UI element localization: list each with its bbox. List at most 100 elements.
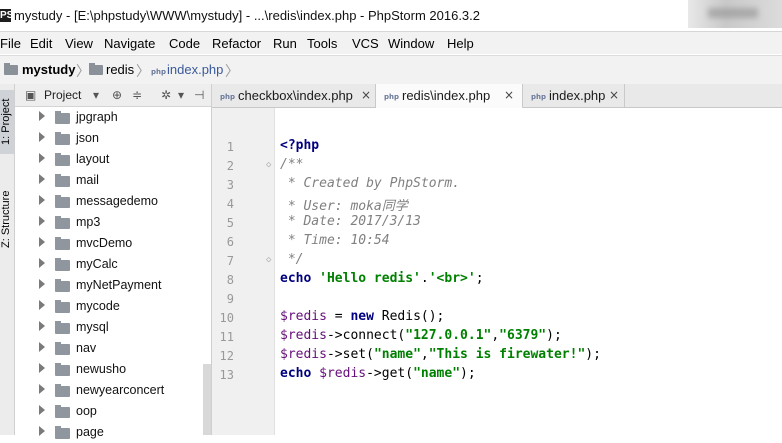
tree-folder-item[interactable]: mvcDemo (15, 233, 205, 254)
tree-folder-item[interactable]: mail (15, 170, 205, 191)
code-token: ->get( (366, 366, 414, 381)
scrollbar[interactable] (203, 364, 211, 435)
tree-folder-label: myNetPayment (76, 278, 162, 292)
folder-icon (55, 174, 70, 187)
folder-icon (55, 426, 70, 439)
menu-help[interactable]: Help (447, 36, 474, 51)
folder-icon (55, 384, 70, 397)
target-icon[interactable]: ⊕ (112, 88, 122, 102)
expand-arrow-icon[interactable] (39, 258, 45, 268)
close-icon[interactable]: × (504, 88, 514, 102)
tree-folder-item[interactable]: newyearconcert (15, 380, 205, 401)
tree-folder-item[interactable]: page (15, 422, 205, 443)
collapse-all-icon[interactable]: ≑ (132, 88, 142, 102)
gear-icon[interactable]: ✲ (161, 88, 171, 102)
expand-arrow-icon[interactable] (39, 363, 45, 373)
expand-arrow-icon[interactable] (39, 237, 45, 247)
folder-icon (55, 111, 70, 124)
tree-folder-label: mycode (76, 299, 120, 313)
tree-folder-item[interactable]: jpgraph (15, 107, 205, 128)
code-token: $redis (280, 328, 327, 343)
menu-window[interactable]: Window (388, 36, 434, 51)
code-token: $redis (319, 366, 367, 381)
tab-label: redis\index.php (402, 88, 491, 103)
code-editor[interactable]: <?php /** * Created by PhpStorm. * User: … (275, 108, 782, 435)
expand-arrow-icon[interactable] (39, 342, 45, 352)
expand-arrow-icon[interactable] (39, 111, 45, 121)
menu-refactor[interactable]: Refactor (212, 36, 261, 51)
tree-folder-item[interactable]: mysql (15, 317, 205, 338)
expand-arrow-icon[interactable] (39, 195, 45, 205)
folder-icon (55, 279, 70, 292)
expand-arrow-icon[interactable] (39, 279, 45, 289)
code-token: Redis(); (381, 309, 445, 324)
tree-folder-label: mp3 (76, 215, 101, 229)
tree-folder-item[interactable]: mycode (15, 296, 205, 317)
folder-icon (55, 321, 70, 334)
line-number: 1 (226, 140, 234, 154)
code-token: = (326, 309, 351, 324)
line-number: 5 (226, 216, 234, 230)
breadcrumb-file[interactable]: index.php (167, 62, 223, 77)
menu-tools[interactable]: Tools (307, 36, 337, 51)
code-token: "name" (413, 366, 461, 381)
menu-navigate[interactable]: Navigate (104, 36, 155, 51)
close-icon[interactable]: × (361, 88, 371, 102)
fold-marker-icon[interactable]: ◇ (266, 160, 273, 170)
folder-icon (89, 63, 103, 75)
expand-arrow-icon[interactable] (39, 300, 45, 310)
expand-arrow-icon[interactable] (39, 132, 45, 142)
code-token: , (491, 328, 500, 343)
tree-folder-item[interactable]: oop (15, 401, 205, 422)
tree-folder-item[interactable]: mp3 (15, 212, 205, 233)
code-token: . (420, 271, 429, 286)
close-icon[interactable]: × (609, 88, 619, 102)
expand-arrow-icon[interactable] (39, 216, 45, 226)
tree-folder-item[interactable]: myCalc (15, 254, 205, 275)
code-line: <?php (280, 138, 319, 157)
tree-folder-item[interactable]: messagedemo (15, 191, 205, 212)
expand-arrow-icon[interactable] (39, 174, 45, 184)
tree-folder-label: json (76, 131, 99, 145)
tree-folder-item[interactable]: myNetPayment (15, 275, 205, 296)
line-number: 3 (226, 178, 234, 192)
tree-folder-item[interactable]: newusho (15, 359, 205, 380)
code-line: echo 'Hello redis'.'<br>'; (280, 271, 484, 290)
tree-folder-item[interactable]: json (15, 128, 205, 149)
tab-index[interactable]: php index.php × (523, 84, 625, 107)
expand-arrow-icon[interactable] (39, 153, 45, 163)
project-view-selector[interactable]: Project (44, 88, 81, 102)
tool-tab-project[interactable]: 1: Project (0, 90, 14, 154)
breadcrumb-separator: 〉 (136, 64, 150, 80)
tree-folder-item[interactable]: nav (15, 338, 205, 359)
menu-file[interactable]: File (0, 36, 21, 51)
menu-code[interactable]: Code (169, 36, 200, 51)
breadcrumb-project[interactable]: mystudy (22, 62, 75, 77)
breadcrumb-separator: 〉 (225, 64, 239, 80)
folder-icon (55, 342, 70, 355)
menu-edit[interactable]: Edit (30, 36, 52, 51)
menu-vcs[interactable]: VCS (352, 36, 379, 51)
tree-folder-item[interactable]: layout (15, 149, 205, 170)
expand-arrow-icon[interactable] (39, 321, 45, 331)
expand-arrow-icon[interactable] (39, 405, 45, 415)
menu-run[interactable]: Run (273, 36, 297, 51)
tab-checkbox-index[interactable]: php checkbox\index.php × (212, 84, 376, 107)
line-number: 13 (219, 368, 234, 382)
menu-view[interactable]: View (65, 36, 93, 51)
code-line: /** (280, 157, 303, 176)
code-line: * User: moka同学 (280, 195, 408, 214)
tab-redis-index[interactable]: php redis\index.php × (376, 84, 523, 109)
line-number: 4 (226, 197, 234, 211)
line-number: 10 (219, 311, 234, 325)
expand-arrow-icon[interactable] (39, 384, 45, 394)
line-number: 2 (226, 159, 234, 173)
folder-icon (55, 237, 70, 250)
hide-panel-icon[interactable]: ⊣ (194, 88, 204, 102)
breadcrumb-folder[interactable]: redis (106, 62, 134, 77)
tool-tab-structure[interactable]: Z: Structure (0, 178, 14, 260)
folder-icon (55, 405, 70, 418)
fold-marker-icon[interactable]: ◇ (266, 255, 273, 265)
chevron-down-icon[interactable]: ▾ (178, 88, 184, 102)
chevron-down-icon[interactable]: ▾ (93, 88, 99, 102)
